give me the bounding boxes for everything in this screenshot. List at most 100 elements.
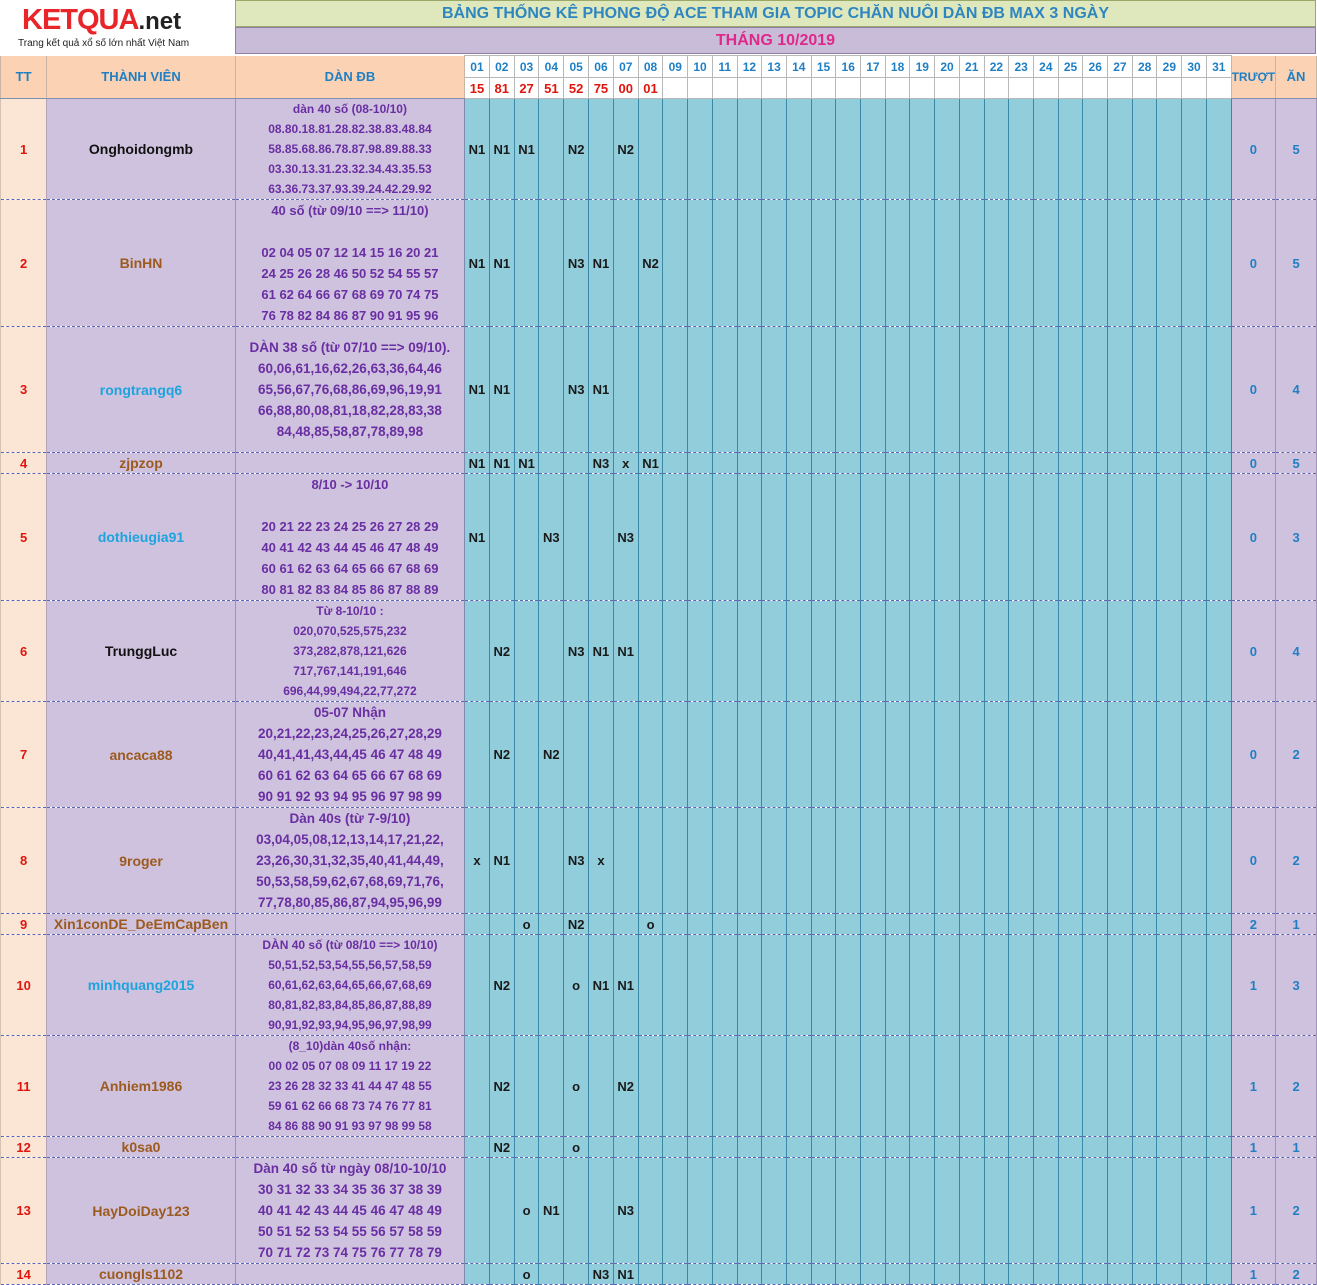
member-name[interactable]: ancaca88 bbox=[46, 701, 236, 808]
day-mark bbox=[1082, 1157, 1109, 1264]
member-name[interactable]: cuongls1102 bbox=[46, 1263, 236, 1285]
row-number: 5 bbox=[0, 473, 48, 601]
dan-numbers: Dàn 40 số từ ngày 08/10-10/10 30 31 32 33… bbox=[235, 1157, 466, 1264]
day-mark bbox=[1057, 600, 1084, 702]
sheet-title: BẢNG THỐNG KÊ PHONG ĐỘ ACE THAM GIA TOPI… bbox=[235, 0, 1316, 27]
day-mark bbox=[1008, 934, 1034, 1036]
day-mark bbox=[860, 1263, 886, 1285]
day-mark bbox=[687, 701, 713, 808]
day-mark bbox=[538, 98, 565, 200]
member-name[interactable]: BinHN bbox=[46, 199, 236, 327]
dan-line: 40 số (từ 09/10 ==> 11/10) bbox=[271, 203, 429, 218]
result-cell bbox=[1205, 77, 1232, 99]
result-cell bbox=[687, 77, 713, 99]
day-mark bbox=[588, 701, 614, 808]
result-cell: 00 bbox=[612, 77, 639, 99]
day-mark bbox=[1156, 934, 1183, 1036]
member-name[interactable]: k0sa0 bbox=[46, 1136, 236, 1158]
day-mark: N1 bbox=[464, 326, 490, 453]
day-mark bbox=[588, 1136, 614, 1158]
day-mark: N3 bbox=[563, 807, 590, 914]
day-mark bbox=[711, 326, 738, 453]
miss-count: 0 bbox=[1230, 600, 1277, 702]
day-header: 16 bbox=[835, 55, 862, 78]
day-mark bbox=[687, 452, 713, 474]
day-mark bbox=[1205, 600, 1232, 702]
dan-line: 70 71 72 73 74 75 76 77 78 79 bbox=[257, 1245, 442, 1260]
day-header: 27 bbox=[1107, 55, 1133, 78]
day-mark bbox=[464, 701, 490, 808]
miss-count: 1 bbox=[1230, 1263, 1277, 1285]
day-mark bbox=[835, 199, 862, 327]
member-name[interactable]: minhquang2015 bbox=[46, 934, 236, 1036]
day-mark bbox=[1032, 199, 1059, 327]
result-cell bbox=[736, 77, 763, 99]
miss-count: 1 bbox=[1230, 934, 1277, 1036]
day-mark bbox=[1181, 701, 1207, 808]
day-mark bbox=[1082, 701, 1109, 808]
member-name[interactable]: Anhiem1986 bbox=[46, 1035, 236, 1137]
day-mark: N3 bbox=[563, 326, 590, 453]
day-mark bbox=[1057, 199, 1084, 327]
day-mark: N3 bbox=[588, 1263, 614, 1285]
day-header: 28 bbox=[1131, 55, 1158, 78]
member-name[interactable]: zjpzop bbox=[46, 452, 236, 474]
member-name[interactable]: TrunggLuc bbox=[46, 600, 236, 702]
row-number: 2 bbox=[0, 199, 48, 327]
dan-numbers: DÀN 40 số (từ 08/10 ==> 10/10) 50,51,52,5… bbox=[235, 934, 466, 1036]
day-mark bbox=[1008, 473, 1034, 601]
win-count: 4 bbox=[1275, 326, 1317, 453]
day-mark bbox=[687, 934, 713, 1036]
day-mark bbox=[1156, 1157, 1183, 1264]
dan-line: 50,51,52,53,54,55,56,57,58,59 bbox=[268, 958, 432, 972]
member-name[interactable]: HayDoiDay123 bbox=[46, 1157, 236, 1264]
win-count: 2 bbox=[1275, 1035, 1317, 1137]
day-mark: N1 bbox=[588, 199, 614, 327]
win-count: 2 bbox=[1275, 807, 1317, 914]
day-mark bbox=[835, 1157, 862, 1264]
miss-count: 0 bbox=[1230, 326, 1277, 453]
day-mark bbox=[785, 701, 812, 808]
dan-line: 20 21 22 23 24 25 26 27 28 29 bbox=[261, 519, 439, 534]
day-mark bbox=[1205, 701, 1232, 808]
day-header: 21 bbox=[958, 55, 985, 78]
day-mark: N2 bbox=[538, 701, 565, 808]
day-mark bbox=[1082, 1136, 1109, 1158]
day-mark bbox=[934, 934, 960, 1036]
dan-line: DÀN 38 số (từ 07/10 ==> 09/10). bbox=[249, 340, 451, 355]
day-mark bbox=[563, 452, 590, 474]
day-mark bbox=[1181, 98, 1207, 200]
day-mark bbox=[1131, 452, 1158, 474]
day-mark bbox=[736, 326, 763, 453]
dan-line: 59 61 62 66 68 73 74 76 77 81 bbox=[268, 1099, 432, 1113]
day-mark bbox=[1181, 1157, 1207, 1264]
result-cell bbox=[983, 77, 1010, 99]
day-mark bbox=[1205, 199, 1232, 327]
dan-numbers: 8/10 -> 10/10 20 21 22 23 24 25 26 27 28… bbox=[235, 473, 466, 601]
result-cell bbox=[1057, 77, 1084, 99]
member-name[interactable]: rongtrangq6 bbox=[46, 326, 236, 453]
ketqua-logo[interactable]: KETQUA.net Trang kết quả xổ số lớn nhất … bbox=[0, 0, 235, 55]
day-mark bbox=[736, 1035, 763, 1137]
day-mark bbox=[909, 1157, 936, 1264]
win-count: 1 bbox=[1275, 1136, 1317, 1158]
member-name[interactable]: Xin1conDE_DeEmCapBen bbox=[46, 913, 236, 935]
day-mark bbox=[983, 326, 1010, 453]
dan-line: 020,070,525,575,232 bbox=[293, 624, 407, 638]
result-cell: 27 bbox=[513, 77, 540, 99]
day-mark bbox=[983, 199, 1010, 327]
day-header: 15 bbox=[810, 55, 837, 78]
day-mark bbox=[1032, 473, 1059, 601]
member-row: 12 k0sa0 N2 o 1 1 bbox=[0, 1136, 1317, 1158]
day-mark bbox=[1156, 199, 1183, 327]
day-mark: N1 bbox=[513, 452, 540, 474]
day-mark bbox=[835, 913, 862, 935]
day-mark bbox=[637, 701, 664, 808]
day-mark bbox=[687, 1136, 713, 1158]
day-mark bbox=[1008, 1136, 1034, 1158]
stats-sheet: KETQUA.net Trang kết quả xổ số lớn nhất … bbox=[0, 0, 1317, 1285]
member-name[interactable]: Onghoidongmb bbox=[46, 98, 236, 200]
member-name[interactable]: 9roger bbox=[46, 807, 236, 914]
member-name[interactable]: dothieugia91 bbox=[46, 473, 236, 601]
day-mark bbox=[909, 1136, 936, 1158]
